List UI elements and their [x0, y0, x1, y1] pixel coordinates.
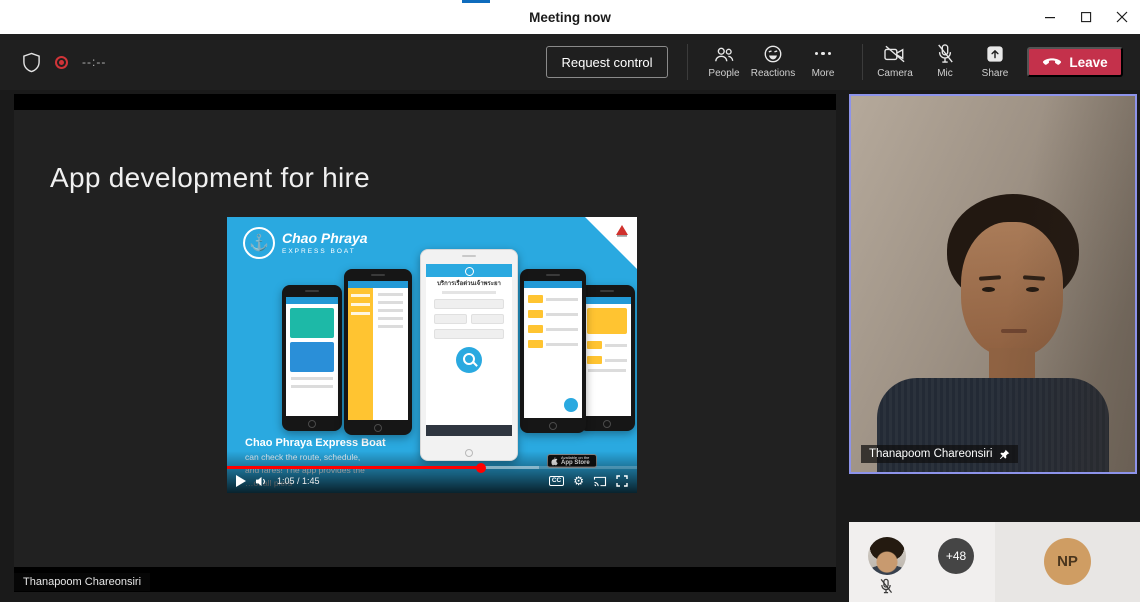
window-title: Meeting now [0, 0, 1140, 34]
toolbar-divider [687, 44, 688, 80]
people-icon [713, 43, 735, 64]
play-icon[interactable] [236, 475, 246, 487]
fullscreen-icon[interactable] [616, 475, 628, 487]
overflow-count-badge[interactable]: +48 [938, 538, 974, 574]
participant-video [851, 96, 1135, 472]
brand-tagline: EXPRESS BOAT [282, 248, 368, 255]
brand-logo: ⚓ Chao Phraya EXPRESS BOAT [243, 227, 368, 259]
roster-strip: NP +48 [849, 522, 1140, 602]
teams-meeting-window: Meeting now --:-- Request control [0, 0, 1140, 602]
meeting-toolbar: --:-- Request control People Re [0, 34, 1140, 90]
participant-initials-tile[interactable]: NP [995, 522, 1140, 602]
participant-avatar[interactable] [868, 537, 906, 575]
mic-button[interactable]: Mic [917, 43, 973, 79]
reactions-button[interactable]: Reactions [745, 43, 801, 79]
initials-avatar: NP [1044, 538, 1091, 585]
slide-title: App development for hire [50, 162, 370, 194]
titlebar: Meeting now [0, 0, 1140, 34]
brand-name: Chao Phraya [282, 231, 368, 246]
camera-off-icon [883, 43, 907, 64]
phone-mockup [579, 285, 635, 431]
participant-tile[interactable]: Thanapoom Chareonsiri [849, 94, 1137, 474]
minimize-button[interactable] [1032, 0, 1068, 34]
window-controls [1032, 0, 1140, 34]
cast-icon[interactable] [593, 476, 607, 487]
hangup-icon [1042, 57, 1062, 67]
camera-button[interactable]: Camera [867, 43, 923, 79]
reactions-icon [763, 43, 783, 64]
maximize-button[interactable] [1068, 0, 1104, 34]
shield-icon [22, 52, 41, 73]
close-icon [1116, 11, 1128, 23]
settings-gear-icon[interactable]: ⚙ [573, 475, 584, 487]
mic-muted-icon [879, 578, 893, 594]
people-button[interactable]: People [696, 43, 752, 79]
participant-name-label: Thanapoom Chareonsiri [861, 445, 1018, 463]
time-display: 1:05 / 1:45 [277, 476, 320, 486]
shared-screen[interactable]: App development for hire ⚓ Chao Phraya E… [14, 94, 836, 592]
more-icon [815, 43, 832, 64]
player-controls: 1:05 / 1:45 CC ⚙ [227, 469, 637, 493]
mic-off-icon [936, 43, 954, 64]
pin-icon [999, 449, 1010, 460]
phone-mockup [344, 269, 412, 435]
meeting-status: --:-- [22, 34, 106, 90]
more-button[interactable]: More [795, 43, 851, 79]
phone-mockup [282, 285, 342, 431]
minimize-icon [1045, 12, 1056, 23]
recording-indicator-icon [55, 56, 68, 69]
volume-icon[interactable] [255, 476, 268, 487]
presenter-name-label: Thanapoom Chareonsiri [14, 573, 150, 591]
phone-mockup [520, 269, 586, 433]
anchor-icon: ⚓ [243, 227, 275, 259]
captions-icon[interactable]: CC [549, 476, 564, 487]
toolbar-divider [862, 44, 863, 80]
youtube-video[interactable]: ⚓ Chao Phraya EXPRESS BOAT [227, 217, 637, 493]
maximize-icon [1081, 12, 1092, 23]
phone-app-title: บริการเรือด่วนเจ้าพระยา [426, 281, 512, 288]
close-button[interactable] [1104, 0, 1140, 34]
share-icon [986, 43, 1004, 64]
phone-mockup-main: บริการเรือด่วนเจ้าพระยา [420, 249, 518, 461]
partner-logo-icon [614, 224, 630, 237]
share-button[interactable]: Share [967, 43, 1023, 79]
meeting-timer: --:-- [82, 55, 106, 69]
search-icon [456, 347, 482, 373]
presentation-slide: App development for hire ⚓ Chao Phraya E… [14, 110, 836, 567]
leave-button[interactable]: Leave [1027, 47, 1123, 77]
request-control-button[interactable]: Request control [546, 46, 668, 78]
